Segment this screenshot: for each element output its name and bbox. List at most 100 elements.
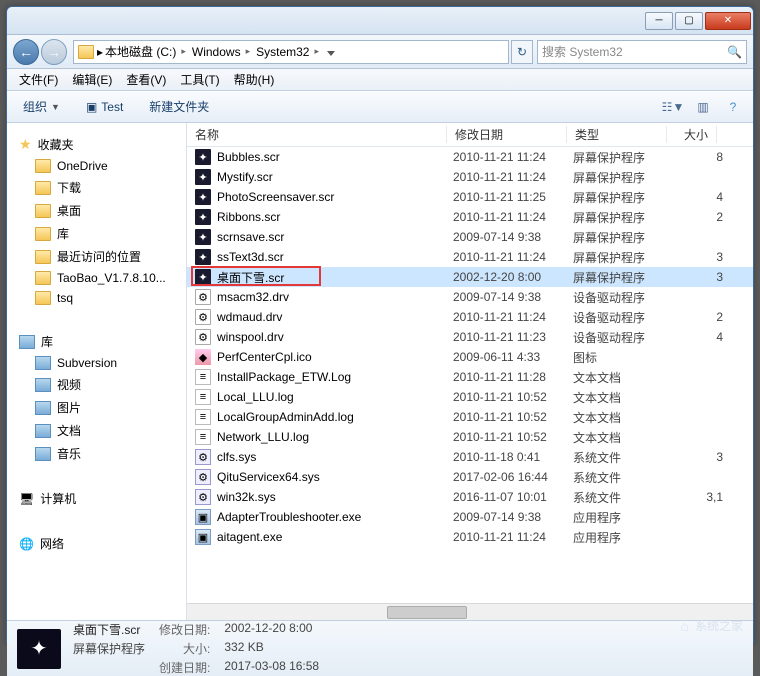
file-date: 2010-11-21 11:24 [453,530,573,544]
horizontal-scrollbar[interactable] [187,603,753,620]
file-row[interactable]: ⚙winspool.drv2010-11-21 11:23设备驱动程序4 [187,327,753,347]
file-type: 屏幕保护程序 [573,149,673,166]
file-type: 屏幕保护程序 [573,269,673,286]
file-row[interactable]: ✦桌面下雪.scr2002-12-20 8:00屏幕保护程序3 [187,267,753,287]
file-name: AdapterTroubleshooter.exe [217,510,453,524]
file-row[interactable]: ✦scrnsave.scr2009-07-14 9:38屏幕保护程序 [187,227,753,247]
menu-file[interactable]: 文件(F) [13,69,64,90]
sidebar-item[interactable]: 文档 [15,419,178,442]
file-row[interactable]: ⚙win32k.sys2016-11-07 10:01系统文件3,1 [187,487,753,507]
file-icon: ⚙ [195,449,211,465]
file-size: 3 [673,270,723,284]
maximize-button[interactable]: ▢ [675,12,703,30]
search-input[interactable]: 搜索 System32 🔍 [537,40,747,64]
file-row[interactable]: ⚙clfs.sys2010-11-18 0:41系统文件3 [187,447,753,467]
sidebar-item[interactable]: tsq [15,288,178,308]
refresh-button[interactable]: ↻ [511,40,533,64]
menu-edit[interactable]: 编辑(E) [66,69,118,90]
breadcrumb[interactable]: ▸ 本地磁盘 (C:)▸ [94,43,189,60]
file-type: 文本文档 [573,429,673,446]
file-row[interactable]: ✦Mystify.scr2010-11-21 11:24屏幕保护程序 [187,167,753,187]
drive-icon [78,45,94,59]
file-row[interactable]: ≡InstallPackage_ETW.Log2010-11-21 11:28文… [187,367,753,387]
file-type: 屏幕保护程序 [573,189,673,206]
folder-icon [35,181,51,195]
sidebar-item[interactable]: 图片 [15,396,178,419]
file-type: 屏幕保护程序 [573,209,673,226]
col-date[interactable]: 修改日期 [447,126,567,143]
file-date: 2009-06-11 4:33 [453,350,573,364]
preview-pane-button[interactable]: ▥ [691,97,715,117]
file-name: Local_LLU.log [217,390,453,404]
selected-filename: 桌面下雪.scr [73,621,145,638]
col-name[interactable]: 名称 [187,126,447,143]
sidebar-item[interactable]: 桌面 [15,199,178,222]
address-dropdown[interactable] [322,45,340,59]
test-button[interactable]: ▣ Test [78,97,131,117]
sidebar-item[interactable]: 音乐 [15,442,178,465]
help-button[interactable]: ? [721,97,745,117]
file-type: 图标 [573,349,673,366]
file-row[interactable]: ✦Ribbons.scr2010-11-21 11:24屏幕保护程序2 [187,207,753,227]
search-icon: 🔍 [727,45,742,59]
minimize-button[interactable]: ─ [645,12,673,30]
file-date: 2010-11-21 11:25 [453,190,573,204]
file-row[interactable]: ◆PerfCenterCpl.ico2009-06-11 4:33图标 [187,347,753,367]
computer-header[interactable]: 🖥 计算机 [15,487,178,510]
file-icon: ▣ [195,509,211,525]
forward-button[interactable]: → [41,39,67,65]
menu-view[interactable]: 查看(V) [120,69,172,90]
breadcrumb[interactable]: Windows▸ [189,45,253,59]
library-icon [35,356,51,370]
star-icon: ★ [19,136,32,153]
folder-icon [35,159,51,173]
file-row[interactable]: ⚙QituServicex64.sys2017-02-06 16:44系统文件 [187,467,753,487]
titlebar[interactable]: ─ ▢ ✕ [7,7,753,35]
file-name: wdmaud.drv [217,310,453,324]
file-row[interactable]: ⚙wdmaud.drv2010-11-21 11:24设备驱动程序2 [187,307,753,327]
libraries-header[interactable]: 库 [15,330,178,353]
favorites-header[interactable]: ★收藏夹 [15,133,178,156]
col-size[interactable]: 大小 [667,126,717,143]
scrollbar-thumb[interactable] [387,606,467,619]
file-size: 2 [673,310,723,324]
file-name: Mystify.scr [217,170,453,184]
file-row[interactable]: ⚙msacm32.drv2009-07-14 9:38设备驱动程序 [187,287,753,307]
file-name: scrnsave.scr [217,230,453,244]
file-icon: ✦ [195,149,211,165]
file-row[interactable]: ✦PhotoScreensaver.scr2010-11-21 11:25屏幕保… [187,187,753,207]
col-type[interactable]: 类型 [567,126,667,143]
sidebar-item[interactable]: Subversion [15,353,178,373]
network-header[interactable]: 🌐 网络 [15,532,178,555]
file-row[interactable]: ▣aitagent.exe2010-11-21 11:24应用程序 [187,527,753,547]
file-row[interactable]: ≡Local_LLU.log2010-11-21 10:52文本文档 [187,387,753,407]
explorer-window: ─ ▢ ✕ ← → ▸ 本地磁盘 (C:)▸ Windows▸ System32… [6,6,754,643]
menu-help[interactable]: 帮助(H) [228,69,281,90]
file-name: InstallPackage_ETW.Log [217,370,453,384]
file-row[interactable]: ✦Bubbles.scr2010-11-21 11:24屏幕保护程序8 [187,147,753,167]
file-row[interactable]: ▣AdapterTroubleshooter.exe2009-07-14 9:3… [187,507,753,527]
organize-button[interactable]: 组织 ▼ [15,95,68,118]
nav-bar: ← → ▸ 本地磁盘 (C:)▸ Windows▸ System32▸ ↻ 搜索… [7,35,753,69]
file-list[interactable]: ✦Bubbles.scr2010-11-21 11:24屏幕保护程序8✦Myst… [187,147,753,603]
sidebar-item[interactable]: TaoBao_V1.7.8.10... [15,268,178,288]
file-icon: ✦ [195,169,211,185]
new-folder-button[interactable]: 新建文件夹 [141,95,217,118]
sidebar-item[interactable]: 最近访问的位置 [15,245,178,268]
breadcrumb[interactable]: System32▸ [253,45,322,59]
file-row[interactable]: ≡LocalGroupAdminAdd.log2010-11-21 10:52文… [187,407,753,427]
back-button[interactable]: ← [13,39,39,65]
file-row[interactable]: ✦ssText3d.scr2010-11-21 11:24屏幕保护程序3 [187,247,753,267]
close-button[interactable]: ✕ [705,12,751,30]
address-bar[interactable]: ▸ 本地磁盘 (C:)▸ Windows▸ System32▸ [73,40,509,64]
sidebar-item[interactable]: 视频 [15,373,178,396]
sidebar-item[interactable]: 库 [15,222,178,245]
file-row[interactable]: ≡Network_LLU.log2010-11-21 10:52文本文档 [187,427,753,447]
sidebar-item[interactable]: 下载 [15,176,178,199]
view-mode-button[interactable]: ☷ ▼ [661,97,685,117]
sidebar-item[interactable]: OneDrive [15,156,178,176]
watermark: ⌂ 系统之家 [681,617,743,634]
file-list-pane: 名称 修改日期 类型 大小 ✦Bubbles.scr2010-11-21 11:… [187,123,753,620]
menu-tools[interactable]: 工具(T) [174,69,225,90]
folder-icon [35,250,51,264]
